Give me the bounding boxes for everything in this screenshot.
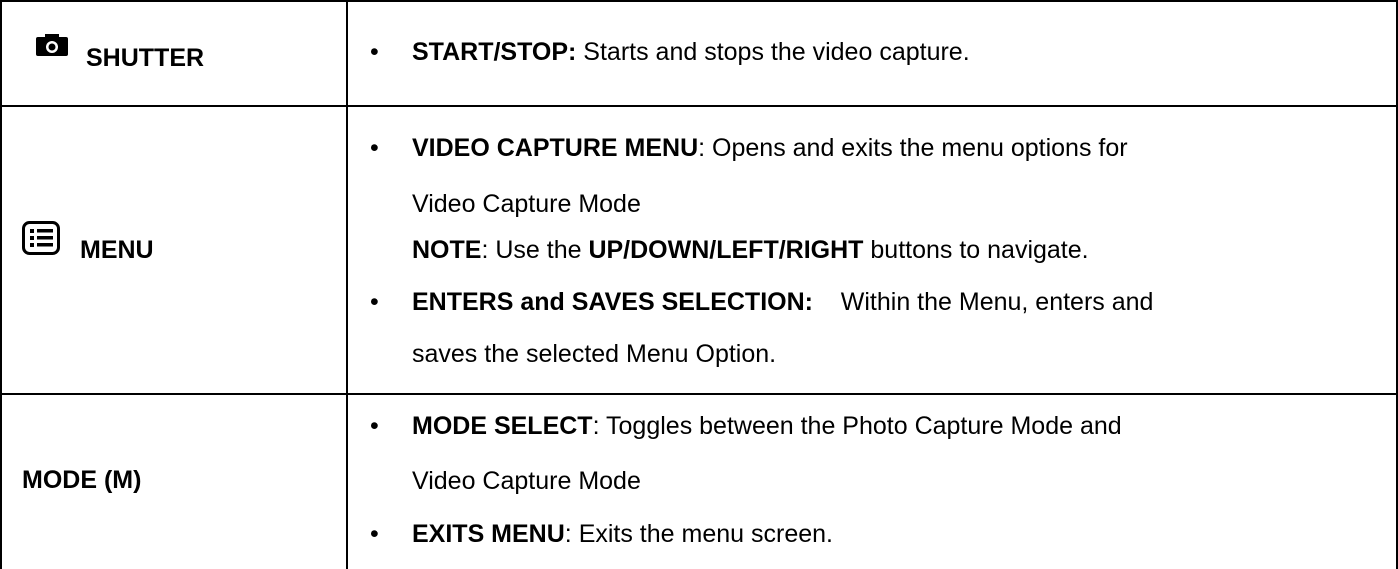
table-border-left — [0, 0, 2, 569]
controls-table: SHUTTER • START/STOP: Starts and stops t… — [0, 0, 1398, 569]
note-line: NOTE: Use the UP/DOWN/LEFT/RIGHT buttons… — [412, 236, 1089, 264]
list-item: ENTERS and SAVES SELECTION: Within the M… — [412, 288, 1154, 316]
column-divider — [346, 0, 348, 569]
bullet-icon: • — [370, 412, 379, 440]
list-item: MODE SELECT: Toggles between the Photo C… — [412, 412, 1122, 440]
bullet-icon: • — [370, 134, 379, 162]
menu-list-icon — [22, 221, 60, 255]
row-divider — [0, 393, 1398, 395]
list-item-continuation: Video Capture Mode — [412, 467, 641, 495]
bullet-icon: • — [370, 288, 379, 316]
row-divider — [0, 105, 1398, 107]
list-item: START/STOP: Starts and stops the video c… — [412, 38, 970, 66]
row-label: MODE (M) — [22, 466, 142, 494]
list-item-continuation: Video Capture Mode — [412, 190, 641, 218]
list-item: VIDEO CAPTURE MENU: Opens and exits the … — [412, 134, 1128, 162]
row-label: MENU — [80, 236, 154, 264]
table-border-top — [0, 0, 1398, 2]
bullet-icon: • — [370, 38, 379, 66]
row-label: SHUTTER — [86, 44, 205, 72]
list-item-continuation: saves the selected Menu Option. — [412, 340, 777, 368]
camera-icon — [36, 34, 68, 56]
bullet-icon: • — [370, 520, 379, 548]
list-item: EXITS MENU: Exits the menu screen. — [412, 520, 833, 548]
